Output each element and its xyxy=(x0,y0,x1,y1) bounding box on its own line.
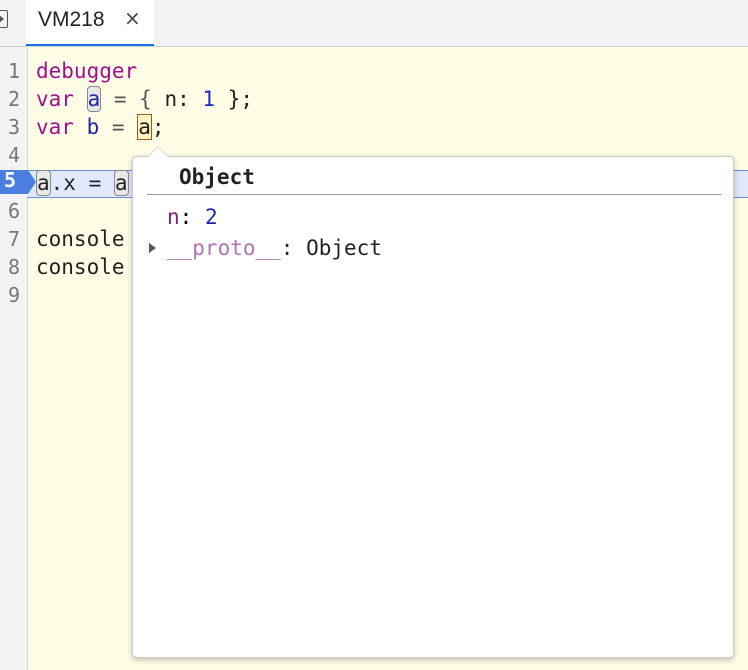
line-number[interactable]: 1 xyxy=(0,57,20,85)
property-token: n xyxy=(164,87,178,111)
code-text: = xyxy=(99,115,138,139)
number-token: 1 xyxy=(202,87,216,111)
toggle-navigator-icon[interactable] xyxy=(0,10,8,28)
popover-arrow xyxy=(147,146,169,157)
code-line-2[interactable]: var a = { n: 1 }; xyxy=(36,85,253,113)
proto-value: Object xyxy=(306,236,382,260)
close-icon[interactable]: × xyxy=(124,6,141,30)
line-number[interactable]: 2 xyxy=(0,85,20,113)
hovered-variable[interactable]: a xyxy=(137,114,152,140)
line-number[interactable]: 9 xyxy=(0,281,20,309)
code-line-7[interactable]: console xyxy=(36,225,125,253)
execution-pointer[interactable]: 5 xyxy=(0,168,36,194)
line-number-gutter: 1 2 3 4 6 7 8 9 xyxy=(0,47,28,670)
code-text: }; xyxy=(215,87,254,111)
popover-title: Object xyxy=(179,165,255,189)
keyword-token: var xyxy=(36,115,74,139)
code-text: console xyxy=(36,227,125,251)
highlighted-variable[interactable]: a xyxy=(36,170,51,196)
tab-vm218[interactable]: VM218 × xyxy=(26,0,154,46)
property-name: n xyxy=(167,205,180,229)
property-colon: : xyxy=(280,236,307,260)
code-text: console xyxy=(36,255,125,279)
code-text: = { xyxy=(101,87,165,111)
line-number[interactable]: 8 xyxy=(0,253,20,281)
line-number[interactable]: 6 xyxy=(0,197,20,225)
property-colon: : xyxy=(179,205,205,229)
keyword-token: var xyxy=(36,87,74,111)
active-line-number: 5 xyxy=(4,168,17,192)
code-line-8[interactable]: console xyxy=(36,253,125,281)
keyword-token: debugger xyxy=(36,59,138,83)
highlighted-variable[interactable]: a xyxy=(113,170,129,196)
tab-bar: VM218 × xyxy=(0,0,748,47)
proto-name: __proto__ xyxy=(167,236,281,260)
highlighted-variable[interactable]: a xyxy=(86,86,102,112)
line-number[interactable]: 4 xyxy=(0,141,20,169)
code-line-5[interactable]: a.x = a xyxy=(36,169,129,197)
expand-triangle-icon[interactable] xyxy=(149,243,156,253)
line-number[interactable]: 7 xyxy=(0,225,20,253)
code-text: .x = xyxy=(50,171,114,195)
object-preview-popover[interactable]: Object n: 2 __proto__: Object xyxy=(132,146,734,658)
line-number[interactable]: 3 xyxy=(0,113,20,141)
code-line-3[interactable]: var b = a; xyxy=(36,113,165,141)
popover-divider xyxy=(147,194,721,195)
variable-token: b xyxy=(86,115,100,139)
code-text: : xyxy=(177,87,203,111)
proto-property-row[interactable]: __proto__: Object xyxy=(167,234,382,262)
object-property-row[interactable]: n: 2 xyxy=(167,203,218,231)
tab-label: VM218 xyxy=(38,8,105,31)
property-value: 2 xyxy=(204,205,218,229)
code-line-1[interactable]: debugger xyxy=(36,57,137,85)
code-text: ; xyxy=(151,115,165,139)
